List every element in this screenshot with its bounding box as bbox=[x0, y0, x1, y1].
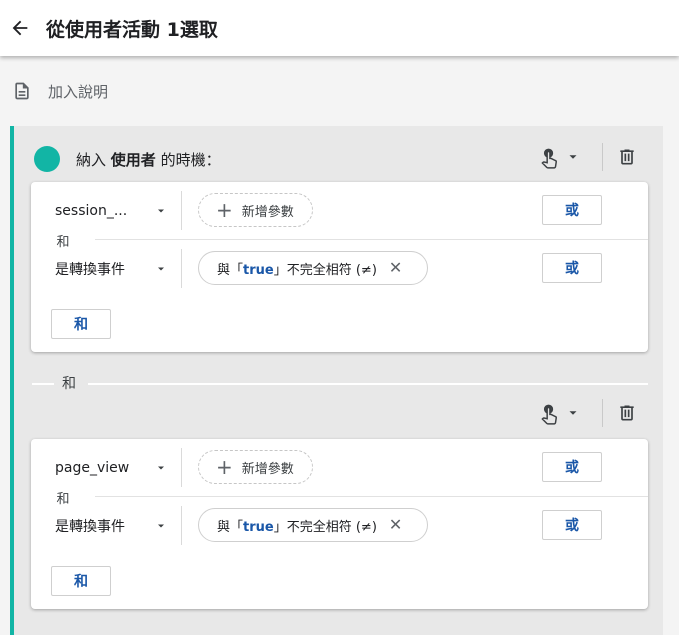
arrow-back-icon bbox=[12, 20, 28, 36]
row-divider bbox=[181, 506, 182, 545]
dropdown-arrow-icon bbox=[158, 267, 164, 270]
add-parameter-label: 新增參數 bbox=[241, 204, 294, 220]
and-button[interactable]: 和 bbox=[51, 566, 111, 596]
plus-icon: + bbox=[216, 198, 233, 222]
add-description-label: 加入說明 bbox=[48, 82, 109, 101]
chip-suffix: 」不完全相符 (≠) bbox=[273, 519, 377, 535]
condition-scope-menu-button[interactable] bbox=[538, 145, 580, 169]
row-divider bbox=[181, 249, 182, 288]
condition-value-chip[interactable]: 與「true」不完全相符 (≠) ✕ bbox=[198, 251, 428, 285]
row-divider bbox=[181, 191, 182, 230]
touch-hand-icon bbox=[541, 404, 557, 425]
and-connector-label: 和 bbox=[31, 231, 95, 250]
or-button[interactable]: 或 bbox=[542, 253, 602, 283]
chip-suffix: 」不完全相符 (≠) bbox=[273, 262, 377, 278]
dropdown-arrow-icon bbox=[569, 155, 577, 159]
trash-icon bbox=[620, 405, 634, 421]
condition-card: page_view + 新增參數 或 和 是轉換事件 與「true」不完全相符 … bbox=[31, 439, 648, 609]
chip-value: true bbox=[243, 262, 274, 278]
delete-condition-button[interactable] bbox=[617, 146, 637, 168]
condition-scope-menu-button[interactable] bbox=[538, 401, 580, 425]
condition-row: 是轉換事件 與「true」不完全相符 (≠) ✕ 或 bbox=[31, 496, 648, 553]
condition-row: 是轉換事件 與「true」不完全相符 (≠) ✕ 或 bbox=[31, 239, 648, 296]
row-divider bbox=[181, 448, 182, 487]
dimension-label: page_view bbox=[55, 459, 130, 476]
page-title: 從使用者活動 1選取 bbox=[46, 18, 218, 41]
include-text: 納入 使用者 的時機： bbox=[76, 149, 221, 170]
or-button[interactable]: 或 bbox=[542, 510, 602, 540]
toolbar-divider bbox=[602, 143, 603, 171]
include-header: 納入 使用者 的時機： bbox=[34, 146, 221, 172]
separator-label: 和 bbox=[62, 376, 76, 392]
include-subject[interactable]: 使用者 bbox=[111, 151, 156, 169]
delete-condition-button[interactable] bbox=[617, 402, 637, 424]
group-and-separator: 和 bbox=[32, 373, 648, 393]
dimension-label: 是轉換事件 bbox=[55, 518, 125, 535]
and-connector-label: 和 bbox=[31, 488, 95, 507]
dropdown-arrow-icon bbox=[158, 209, 164, 212]
condition-toolbar bbox=[538, 399, 637, 427]
chip-text: 與「true」不完全相符 (≠) bbox=[217, 259, 377, 278]
condition-group-panel: 納入 使用者 的時機： session_... + 新增參數 或 和 是轉換事件… bbox=[10, 126, 663, 635]
dropdown-arrow-icon bbox=[158, 524, 164, 527]
close-icon[interactable]: ✕ bbox=[389, 258, 402, 278]
and-button[interactable]: 和 bbox=[51, 309, 111, 339]
trash-icon bbox=[620, 149, 634, 165]
dropdown-arrow-icon bbox=[569, 411, 577, 415]
add-parameter-chip[interactable]: + 新增參數 bbox=[198, 450, 313, 484]
dimension-label: 是轉換事件 bbox=[55, 261, 125, 278]
condition-card: session_... + 新增參數 或 和 是轉換事件 與「true」不完全相… bbox=[31, 182, 648, 352]
group-color-dot bbox=[34, 146, 60, 172]
back-button[interactable] bbox=[4, 12, 36, 44]
include-prefix: 納入 bbox=[76, 150, 107, 169]
dropdown-arrow-icon bbox=[158, 466, 164, 469]
condition-row: session_... + 新增參數 或 bbox=[31, 182, 648, 239]
add-description-button[interactable]: 加入說明 bbox=[12, 78, 108, 104]
or-button[interactable]: 或 bbox=[542, 452, 602, 482]
condition-toolbar bbox=[538, 143, 637, 171]
chip-text: 與「true」不完全相符 (≠) bbox=[217, 516, 377, 535]
include-suffix: 的時機： bbox=[160, 150, 221, 169]
separator-line bbox=[32, 383, 54, 385]
condition-value-chip[interactable]: 與「true」不完全相符 (≠) ✕ bbox=[198, 508, 428, 542]
chip-value: true bbox=[243, 519, 274, 535]
chip-prefix: 與「 bbox=[217, 262, 244, 278]
document-icon bbox=[12, 80, 32, 102]
dimension-label: session_... bbox=[55, 202, 128, 219]
toolbar-divider bbox=[602, 399, 603, 427]
add-parameter-chip[interactable]: + 新增參數 bbox=[198, 193, 313, 227]
plus-icon: + bbox=[216, 455, 233, 479]
condition-row: page_view + 新增參數 或 bbox=[31, 439, 648, 496]
add-parameter-label: 新增參數 bbox=[241, 461, 294, 477]
chip-prefix: 與「 bbox=[217, 519, 244, 535]
top-app-bar: 從使用者活動 1選取 bbox=[0, 0, 679, 56]
or-button[interactable]: 或 bbox=[542, 195, 602, 225]
separator-line bbox=[88, 383, 648, 385]
touch-hand-icon bbox=[541, 148, 557, 169]
close-icon[interactable]: ✕ bbox=[389, 515, 402, 535]
